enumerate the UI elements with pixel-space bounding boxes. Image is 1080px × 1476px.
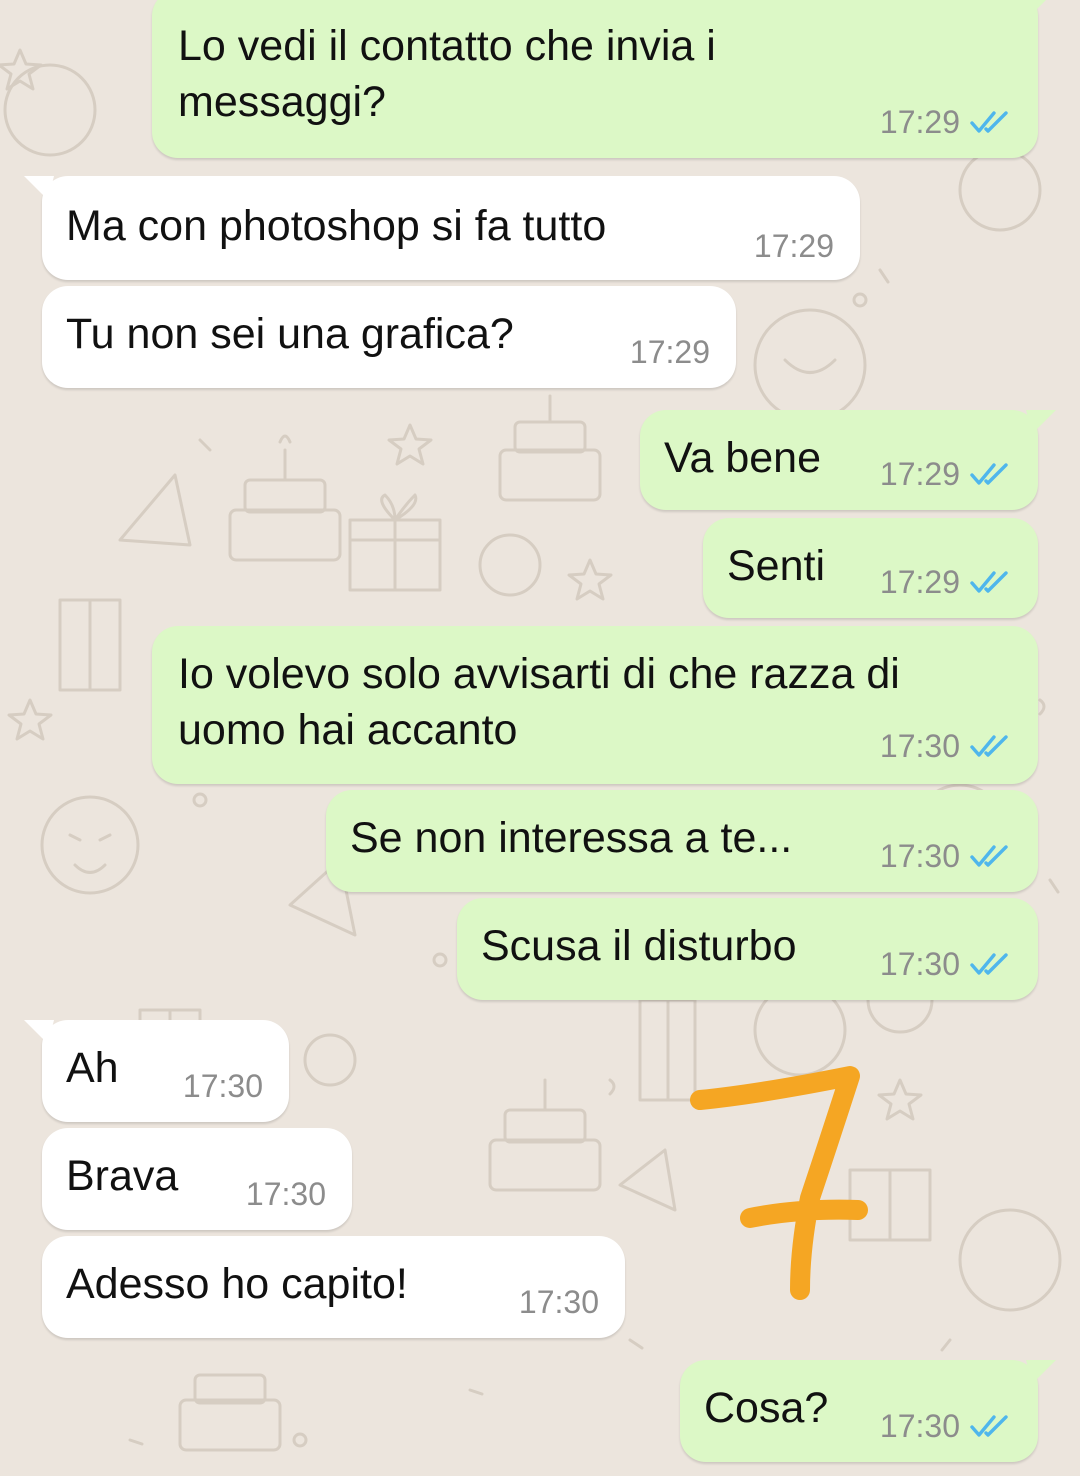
message-bubble-outgoing[interactable]: Lo vedi il contatto che invia i messaggi?… (152, 0, 1046, 158)
double-check-icon (970, 1415, 1008, 1437)
message-meta: 17:30 (246, 1176, 326, 1212)
message-bubble-incoming[interactable]: Ah 17:30 (24, 1020, 289, 1122)
message-time: 17:30 (879, 1408, 960, 1444)
message-text: Va bene (664, 434, 822, 482)
message-meta: 17:30 (880, 1408, 1016, 1444)
double-check-icon (970, 463, 1008, 485)
message-bubble-outgoing[interactable]: Scusa il disturbo 17:30 (457, 898, 1038, 1000)
message-meta: 17:30 (880, 946, 1016, 982)
message-bubble-incoming[interactable]: Adesso ho capito! 17:30 (42, 1236, 625, 1338)
message-time: 17:29 (879, 564, 960, 600)
message-text: Adesso ho capito! (66, 1260, 408, 1308)
message-time: 17:29 (879, 104, 960, 140)
message-bubble-incoming[interactable]: Tu non sei una grafica? 17:29 (42, 286, 736, 388)
message-bubble-outgoing[interactable]: Se non interessa a te... 17:30 (326, 790, 1038, 892)
message-meta: 17:29 (880, 456, 1016, 492)
message-meta: 17:29 (880, 104, 1016, 140)
message-text: Tu non sei una grafica? (66, 310, 514, 358)
message-time: 17:30 (518, 1284, 599, 1320)
message-meta: 17:30 (880, 838, 1016, 874)
message-time: 17:29 (629, 334, 710, 370)
double-check-icon (970, 571, 1008, 593)
message-meta: 17:29 (630, 334, 710, 370)
double-check-icon (970, 111, 1008, 133)
message-bubble-outgoing[interactable]: Senti 17:29 (703, 518, 1038, 618)
message-text: Ah (66, 1044, 119, 1092)
message-meta: 17:30 (880, 728, 1016, 764)
message-meta: 17:29 (880, 564, 1016, 600)
message-time: 17:29 (753, 228, 834, 264)
bubble-tail (24, 176, 54, 200)
message-text: Lo vedi il contatto che invia i messaggi? (178, 22, 716, 126)
double-check-icon (970, 735, 1008, 757)
double-check-icon (970, 845, 1008, 867)
message-bubble-incoming[interactable]: Brava 17:30 (42, 1128, 352, 1230)
message-text: Cosa? (704, 1384, 829, 1432)
message-meta: 17:30 (519, 1284, 599, 1320)
message-text: Se non interessa a te... (350, 814, 793, 862)
message-text: Scusa il disturbo (481, 922, 797, 970)
message-text: Brava (66, 1152, 179, 1200)
message-time: 17:29 (879, 456, 960, 492)
message-time: 17:30 (879, 728, 960, 764)
bubble-tail (24, 1020, 54, 1044)
message-text: Senti (727, 542, 826, 590)
message-time: 17:30 (245, 1176, 326, 1212)
message-bubble-outgoing[interactable]: Io volevo solo avvisarti di che razza di… (152, 626, 1038, 784)
message-bubble-outgoing[interactable]: Cosa? 17:30 (680, 1360, 1056, 1462)
message-bubble-outgoing[interactable]: Va bene 17:29 (640, 410, 1056, 510)
message-text: Io volevo solo avvisarti di che razza di… (178, 650, 900, 754)
message-meta: 17:30 (183, 1068, 263, 1104)
message-text: Ma con photoshop si fa tutto (66, 202, 607, 250)
double-check-icon (970, 953, 1008, 975)
bubble-tail (1028, 0, 1046, 14)
message-meta: 17:29 (754, 228, 834, 264)
bubble-tail (1026, 1360, 1056, 1384)
message-time: 17:30 (879, 946, 960, 982)
message-bubble-incoming[interactable]: Ma con photoshop si fa tutto 17:29 (24, 176, 860, 280)
message-time: 17:30 (182, 1068, 263, 1104)
message-time: 17:30 (879, 838, 960, 874)
handwritten-seven (690, 1066, 868, 1300)
bubble-tail (1026, 410, 1056, 434)
